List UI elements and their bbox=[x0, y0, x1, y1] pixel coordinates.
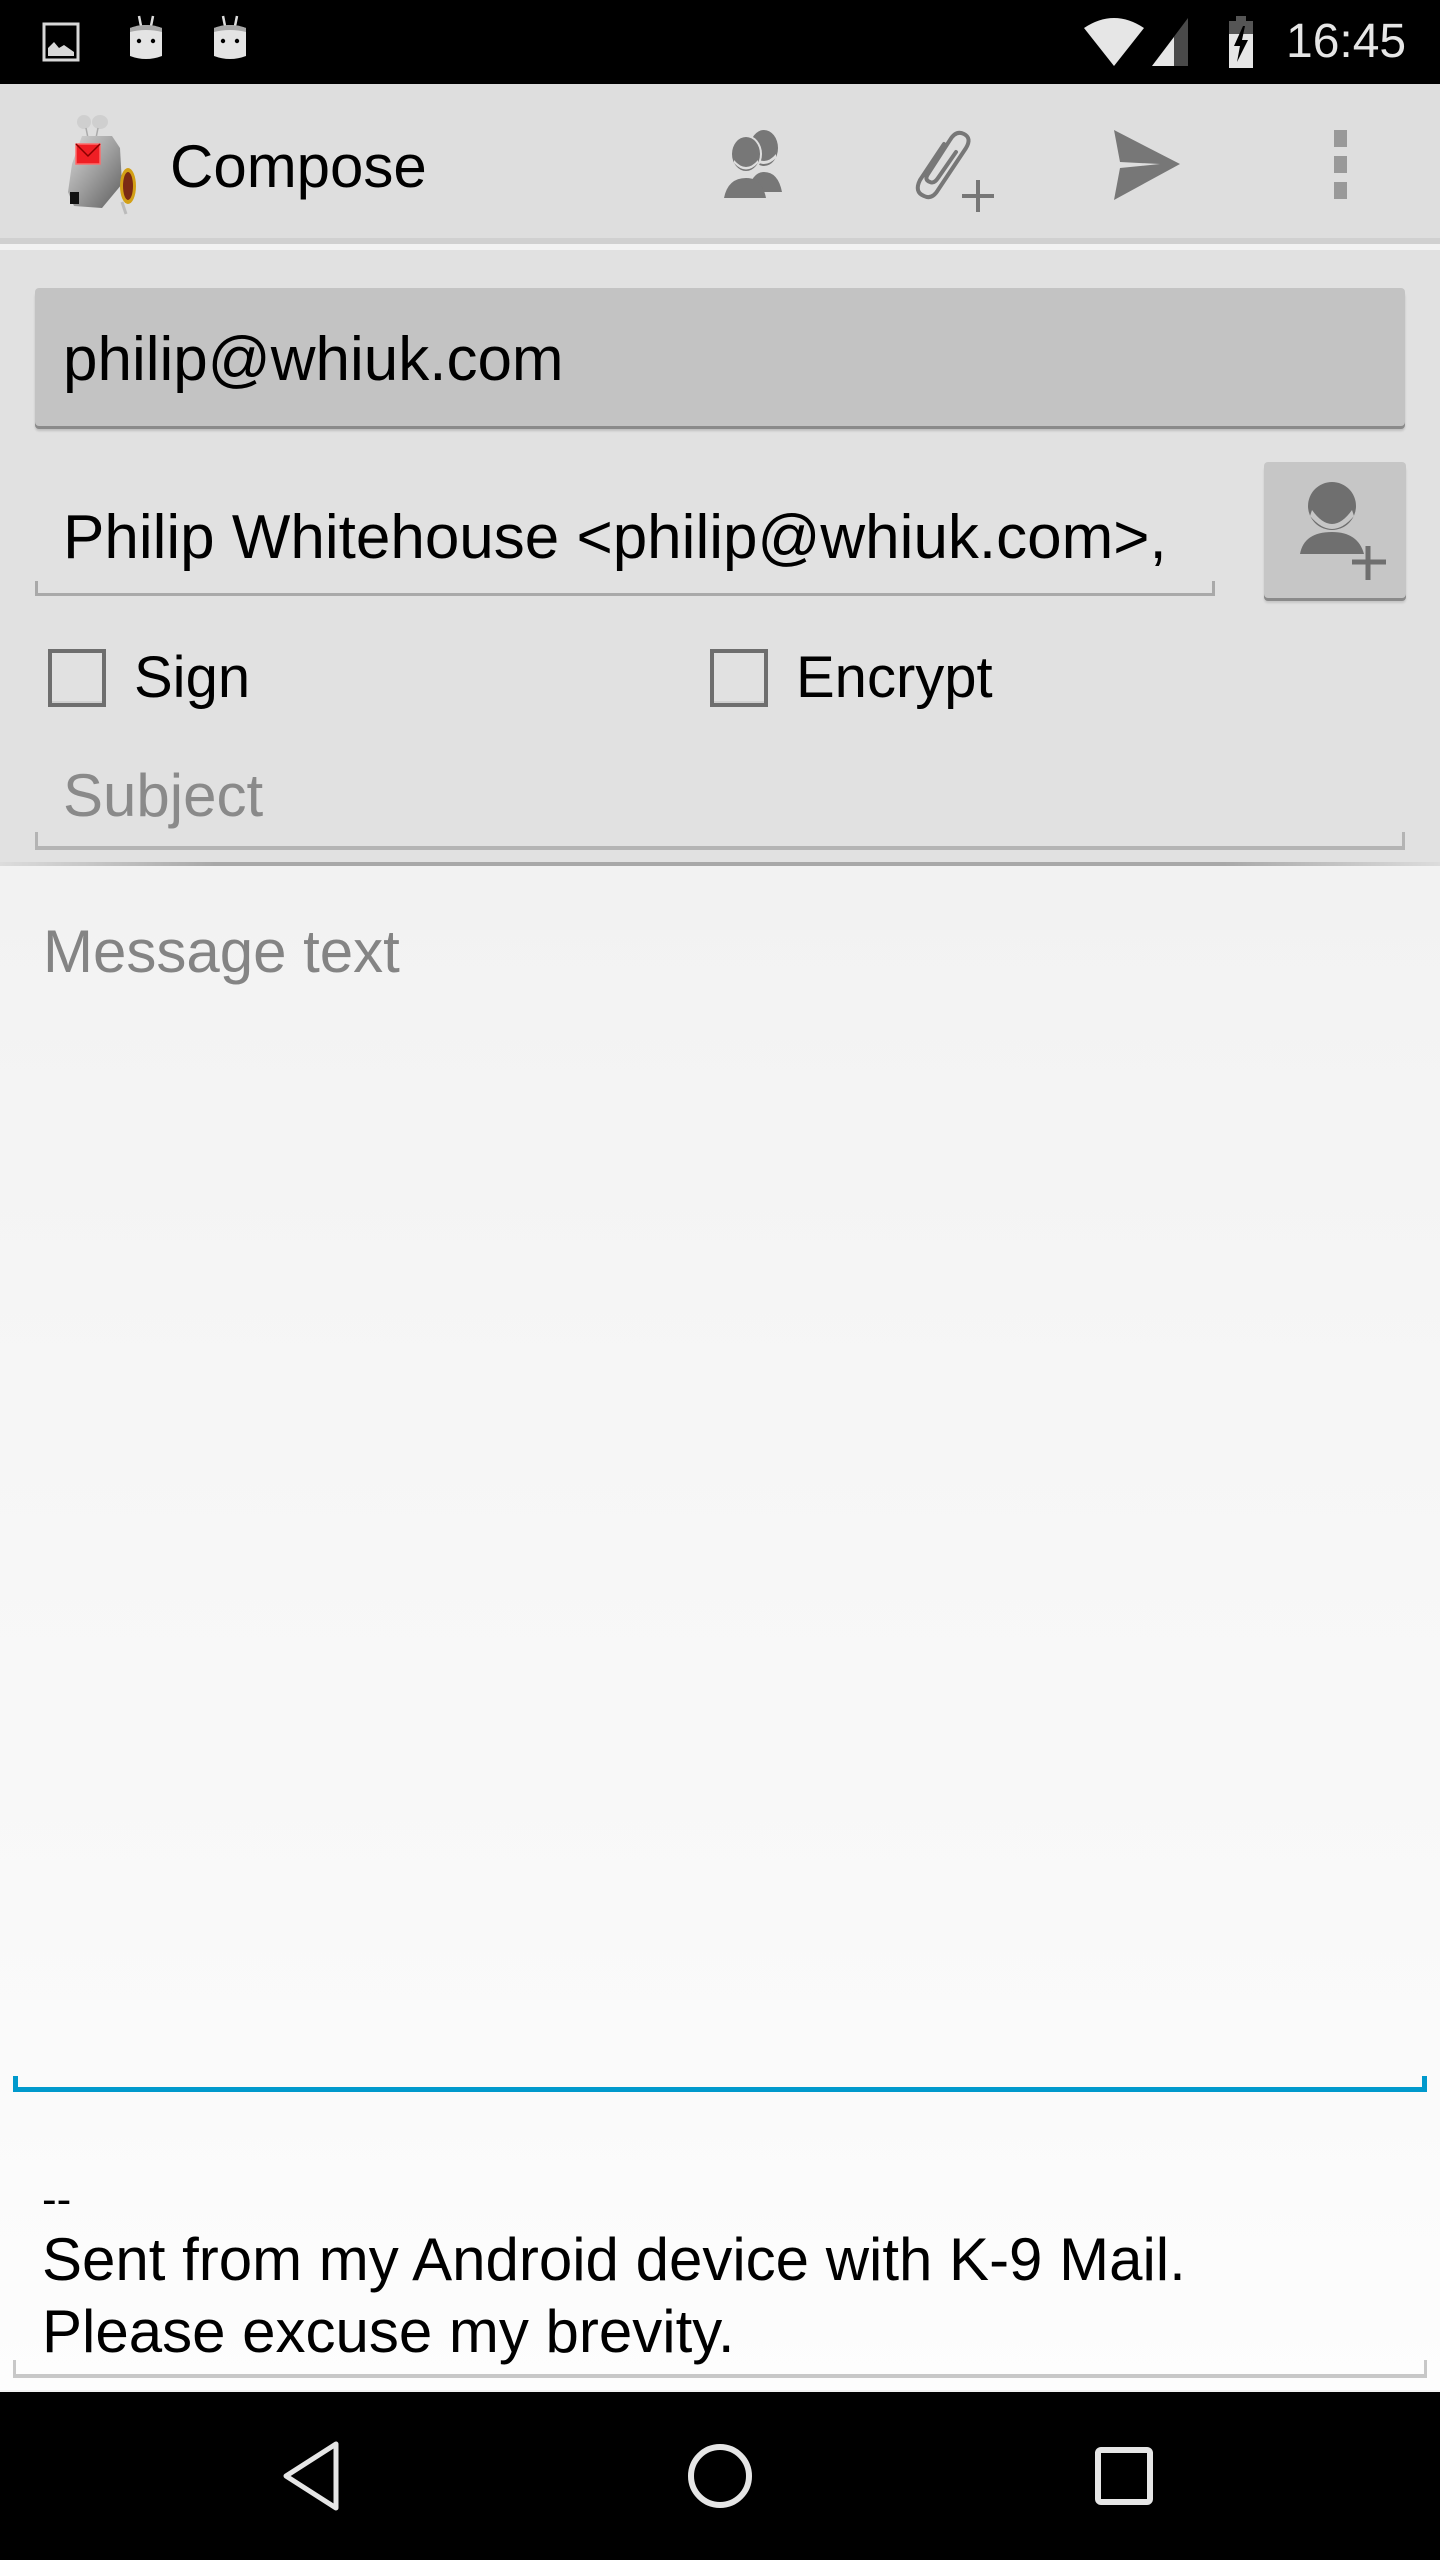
battery-charging-icon bbox=[1229, 16, 1253, 68]
message-placeholder: Message text bbox=[43, 918, 400, 985]
sign-checkbox[interactable] bbox=[48, 649, 106, 707]
more-options-button[interactable] bbox=[1286, 110, 1396, 220]
subject-placeholder: Subject bbox=[63, 762, 264, 829]
sign-checkbox-row[interactable]: Sign bbox=[48, 638, 250, 718]
signature-line-1: Sent from my Android device with K-9 Mai… bbox=[42, 2226, 1186, 2293]
attachment-add-icon bbox=[915, 130, 994, 212]
send-icon bbox=[1114, 130, 1180, 200]
action-bar: Compose bbox=[0, 84, 1440, 244]
recents-button[interactable] bbox=[1074, 2426, 1174, 2526]
to-recipients-value: Philip Whitehouse <philip@whiuk.com>, bbox=[63, 503, 1167, 572]
contacts-icon bbox=[724, 130, 782, 198]
back-icon bbox=[283, 2441, 339, 2511]
send-button[interactable] bbox=[1090, 110, 1200, 220]
to-recipients-input[interactable]: Philip Whitehouse <philip@whiuk.com>, bbox=[35, 490, 1215, 596]
add-from-contacts-button[interactable] bbox=[700, 110, 810, 220]
sign-label: Sign bbox=[134, 645, 251, 710]
add-contact-icon bbox=[1300, 482, 1386, 580]
screen-title: Compose bbox=[170, 133, 427, 200]
clock: 16:45 bbox=[1286, 15, 1407, 68]
signature-line-2: Please excuse my brevity. bbox=[42, 2298, 735, 2365]
subject-input[interactable]: Subject bbox=[35, 750, 1405, 850]
gallery-icon bbox=[42, 22, 80, 62]
signature-input[interactable]: -- Sent from my Android device with K-9 … bbox=[13, 2104, 1427, 2378]
add-attachment-button[interactable] bbox=[894, 110, 1004, 220]
focus-underline bbox=[13, 2087, 1427, 2092]
status-bar: 16:45 bbox=[0, 0, 1440, 84]
from-account-spinner[interactable]: philip@whiuk.com bbox=[35, 288, 1405, 426]
android-debug-icon bbox=[214, 15, 246, 59]
overflow-menu-icon bbox=[1334, 130, 1347, 199]
add-contact-button[interactable] bbox=[1264, 462, 1406, 598]
message-text-input[interactable]: Message text bbox=[13, 866, 1427, 2092]
message-area: Message text -- Sent from my Android dev… bbox=[0, 866, 1440, 2390]
wifi-icon bbox=[1084, 18, 1144, 66]
k9-mail-logo-icon bbox=[68, 115, 136, 215]
encrypt-checkbox-row[interactable]: Encrypt bbox=[710, 638, 993, 718]
compose-header: philip@whiuk.com Philip Whitehouse <phil… bbox=[0, 250, 1440, 866]
cell-signal-icon bbox=[1152, 18, 1188, 66]
encrypt-checkbox[interactable] bbox=[710, 649, 768, 707]
navigation-bar bbox=[0, 2392, 1440, 2560]
back-button[interactable] bbox=[266, 2426, 366, 2526]
android-debug-icon bbox=[130, 15, 162, 59]
from-account-value: philip@whiuk.com bbox=[63, 325, 564, 394]
recents-icon bbox=[1095, 2447, 1153, 2505]
home-button[interactable] bbox=[670, 2426, 770, 2526]
encrypt-label: Encrypt bbox=[796, 645, 993, 710]
home-icon bbox=[688, 2444, 752, 2508]
